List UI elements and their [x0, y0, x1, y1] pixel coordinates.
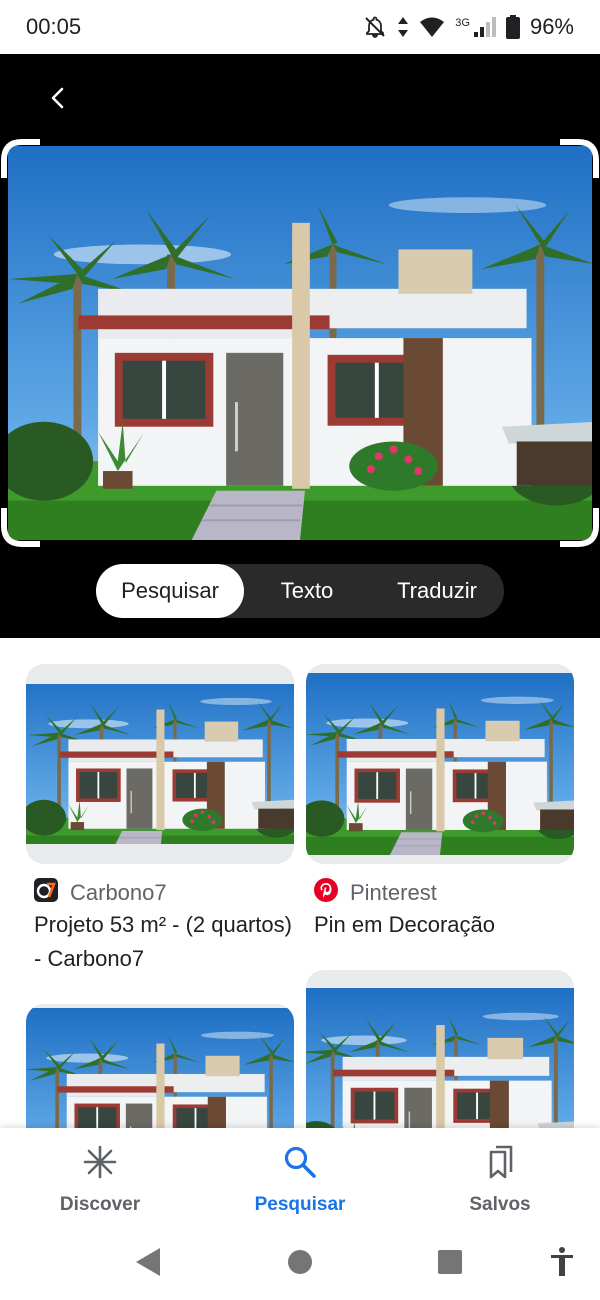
back-button[interactable] — [38, 78, 78, 118]
tab-pesquisar[interactable]: Pesquisar — [96, 564, 244, 618]
signal-icon: 3G — [455, 17, 496, 37]
source-name: Pinterest — [350, 880, 437, 905]
result-image-4[interactable] — [306, 970, 574, 1128]
battery-icon — [505, 15, 520, 39]
bookmarks-icon — [483, 1144, 517, 1180]
battery-percentage: 96% — [529, 14, 574, 39]
nav-discover[interactable]: Discover — [0, 1128, 200, 1228]
network-type: 3G — [455, 17, 470, 29]
result-source-carbono7[interactable]: Carbono7 — [34, 878, 167, 908]
house-thumbnail — [306, 988, 574, 1128]
pinterest-logo-icon — [314, 878, 338, 908]
tab-texto[interactable]: Texto — [244, 564, 370, 618]
nav-label-pesquisar: Pesquisar — [254, 1194, 346, 1215]
result-source-pinterest[interactable]: Pinterest — [314, 878, 437, 908]
data-arrows-icon — [397, 16, 409, 38]
carbono7-logo-icon — [34, 878, 58, 908]
search-icon — [283, 1144, 317, 1180]
bottom-navigation: Discover Pesquisar Salvos — [0, 1128, 600, 1228]
selected-image-preview[interactable] — [8, 146, 592, 540]
visual-matches-results: Carbono7 Projeto 53 m² - (2 quartos) - C… — [0, 638, 600, 1128]
home-circle-icon — [288, 1250, 312, 1274]
system-home-button[interactable] — [286, 1246, 314, 1278]
house-thumbnail — [306, 673, 574, 855]
system-recents-button[interactable] — [436, 1246, 464, 1278]
lens-image-area: Pesquisar Texto Traduzir — [0, 54, 600, 638]
system-navigation-bar — [0, 1228, 600, 1300]
chevron-left-icon — [51, 87, 64, 109]
back-triangle-icon — [136, 1248, 160, 1276]
result-image-pinterest[interactable] — [306, 664, 574, 864]
house-image — [8, 146, 592, 540]
result-title-carbono7[interactable]: Projeto 53 m² - (2 quartos) - Carbono7 — [34, 908, 304, 976]
nav-label-salvos: Salvos — [469, 1194, 531, 1215]
nav-salvos[interactable]: Salvos — [400, 1128, 600, 1228]
status-bar: 00:05 3G 96% — [0, 0, 600, 54]
result-image-3[interactable] — [26, 1004, 294, 1128]
asterisk-icon — [82, 1144, 118, 1180]
accessibility-button[interactable] — [548, 1246, 576, 1278]
wifi-icon — [419, 16, 445, 38]
result-title-pinterest[interactable]: Pin em Decoração — [314, 908, 584, 942]
tab-traduzir[interactable]: Traduzir — [370, 564, 504, 618]
lens-mode-selector: Pesquisar Texto Traduzir — [96, 564, 504, 618]
recents-square-icon — [438, 1250, 462, 1274]
system-back-button[interactable] — [134, 1246, 162, 1278]
house-thumbnail — [26, 684, 294, 844]
source-name: Carbono7 — [70, 880, 167, 905]
result-image-carbono7[interactable] — [26, 664, 294, 864]
nav-label-discover: Discover — [59, 1194, 141, 1215]
status-icons: 3G 96% — [363, 14, 574, 40]
house-thumbnail — [26, 1008, 294, 1128]
accessibility-icon — [551, 1247, 573, 1276]
notifications-off-icon — [363, 15, 387, 39]
nav-pesquisar[interactable]: Pesquisar — [200, 1128, 400, 1228]
status-time: 00:05 — [26, 14, 82, 39]
